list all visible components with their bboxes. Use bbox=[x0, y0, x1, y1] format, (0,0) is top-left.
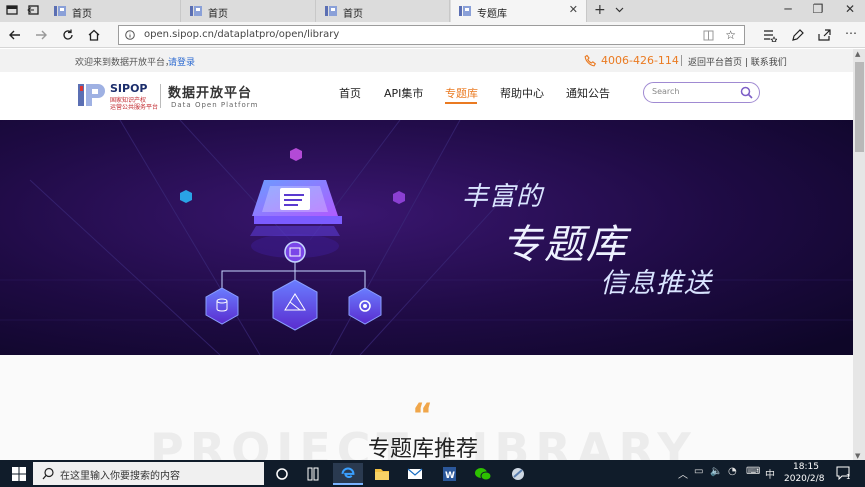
forward-icon[interactable] bbox=[34, 28, 48, 42]
quote-mark-icon: “ bbox=[412, 396, 434, 434]
tab-title: 首页 bbox=[208, 9, 228, 20]
browser-tab-bar: 首页 首页 首页 专题库 ✕ + ─ ❐ ✕ bbox=[0, 0, 865, 22]
restore-icon[interactable]: ❐ bbox=[808, 2, 828, 16]
divider bbox=[681, 55, 682, 66]
app-icon[interactable] bbox=[503, 463, 533, 485]
set-tabs-aside-icon[interactable] bbox=[27, 4, 39, 16]
sipop-logo-icon[interactable] bbox=[78, 82, 106, 108]
browser-tab-3[interactable]: 首页 bbox=[317, 0, 450, 22]
tray-overflow-icon[interactable]: ︿ bbox=[678, 466, 688, 481]
platform-title: 数据开放平台 bbox=[168, 86, 253, 101]
logo-sub-2: 运营公共服务平台 bbox=[110, 104, 159, 111]
phone-icon bbox=[584, 54, 597, 67]
tab-title: 首页 bbox=[343, 9, 363, 20]
platform-title-en: Data Open Platform bbox=[171, 101, 259, 109]
sipop-favicon-icon bbox=[54, 6, 66, 16]
search-icon[interactable] bbox=[740, 86, 753, 99]
browser-tab-1[interactable]: 首页 bbox=[46, 0, 181, 22]
favorite-star-icon[interactable]: ☆ bbox=[725, 28, 736, 42]
taskbar-search-placeholder[interactable]: 在这里输入你要搜索的内容 bbox=[60, 467, 180, 482]
refresh-icon[interactable] bbox=[61, 28, 75, 42]
notification-count: 1 bbox=[846, 473, 851, 481]
url-bar[interactable]: open.sipop.cn/dataplatpro/open/library ☆ bbox=[118, 25, 745, 45]
pen-icon[interactable] bbox=[790, 28, 804, 42]
browser-tab-4-active[interactable]: 专题库 ✕ bbox=[451, 0, 587, 22]
edge-browser-icon[interactable] bbox=[333, 463, 363, 485]
file-explorer-icon[interactable] bbox=[367, 463, 397, 485]
welcome-text: 欢迎来到数据开放平台， bbox=[75, 58, 175, 68]
url-text[interactable]: open.sipop.cn/dataplatpro/open/library bbox=[144, 29, 339, 40]
sipop-favicon-icon bbox=[459, 6, 471, 16]
site-info-bar: 欢迎来到数据开放平台， 请登录 4006-426-114 返回平台首页 | 联系… bbox=[0, 49, 853, 72]
info-icon[interactable] bbox=[125, 30, 135, 40]
top-links[interactable]: 返回平台首页 | 联系我们 bbox=[688, 55, 787, 68]
mail-icon[interactable] bbox=[400, 463, 430, 485]
tab-title: 首页 bbox=[72, 9, 92, 20]
share-icon[interactable] bbox=[817, 28, 831, 42]
chevron-down-icon[interactable] bbox=[615, 5, 624, 14]
active-nav-underline bbox=[445, 102, 477, 104]
hub-favorites-icon[interactable] bbox=[763, 28, 777, 42]
keyboard-icon[interactable]: ⌨ bbox=[746, 466, 760, 477]
ime-indicator[interactable]: 中 bbox=[765, 466, 775, 481]
reader-view-icon[interactable] bbox=[703, 30, 714, 41]
tab-title: 专题库 bbox=[477, 9, 507, 20]
windows-taskbar: 在这里输入你要搜索的内容 W ︿ ▭ 🔈 ◔ ⌨ 中 18:15 2020/2/… bbox=[0, 460, 865, 487]
home-icon[interactable] bbox=[87, 28, 101, 42]
taskbar-search[interactable]: 在这里输入你要搜索的内容 bbox=[33, 462, 264, 485]
section-title: 专题库推荐 bbox=[368, 437, 479, 462]
battery-icon[interactable]: ▭ bbox=[694, 466, 703, 477]
nav-topic-library[interactable]: 专题库 bbox=[445, 85, 478, 101]
back-icon[interactable] bbox=[8, 28, 22, 42]
network-icon[interactable]: ◔ bbox=[728, 466, 737, 477]
scroll-down-arrow-icon[interactable]: ▼ bbox=[855, 452, 860, 460]
task-view-cortana-icon[interactable] bbox=[267, 463, 297, 485]
nav-api-market[interactable]: API集市 bbox=[384, 85, 423, 101]
hotline-number: 4006-426-114 bbox=[601, 54, 679, 67]
browser-tab-2[interactable]: 首页 bbox=[182, 0, 316, 22]
sipop-favicon-icon bbox=[325, 6, 337, 16]
volume-icon[interactable]: 🔈 bbox=[710, 466, 722, 477]
tab-actions-icon[interactable] bbox=[6, 4, 18, 16]
recommend-section: PROJECT LIBRARY “ 专题库推荐 bbox=[0, 355, 853, 477]
logo-divider bbox=[160, 84, 161, 108]
scroll-up-arrow-icon[interactable]: ▲ bbox=[855, 50, 860, 58]
search-icon bbox=[42, 467, 54, 480]
nav-home[interactable]: 首页 bbox=[339, 85, 361, 101]
more-icon[interactable]: ⋯ bbox=[845, 26, 859, 40]
logo-abbr: SIPOP bbox=[110, 82, 148, 95]
hero-banner: 丰富的 专题库 信息推送 bbox=[0, 120, 853, 355]
scrollbar-thumb[interactable] bbox=[855, 62, 864, 152]
minimize-icon[interactable]: ─ bbox=[778, 2, 798, 16]
site-search-box[interactable]: Search bbox=[643, 82, 760, 103]
wechat-icon[interactable] bbox=[468, 463, 498, 485]
login-link[interactable]: 请登录 bbox=[168, 55, 195, 68]
banner-line-3: 信息推送 bbox=[600, 268, 712, 299]
close-tab-icon[interactable]: ✕ bbox=[569, 3, 578, 16]
banner-line-1: 丰富的 bbox=[462, 182, 544, 212]
word-icon[interactable]: W bbox=[434, 463, 464, 485]
banner-illustration bbox=[0, 120, 853, 355]
close-window-icon[interactable]: ✕ bbox=[840, 2, 860, 16]
clock-date[interactable]: 2020/2/8 bbox=[784, 474, 824, 484]
svg-text:W: W bbox=[445, 471, 455, 481]
sipop-favicon-icon bbox=[190, 6, 202, 16]
windows-start-icon[interactable] bbox=[12, 467, 26, 481]
nav-notices[interactable]: 通知公告 bbox=[566, 85, 610, 101]
address-toolbar: open.sipop.cn/dataplatpro/open/library ☆… bbox=[0, 22, 865, 48]
site-header: SIPOP 国家知识产权 运营公共服务平台 数据开放平台 Data Open P… bbox=[0, 72, 853, 120]
task-view-icon[interactable] bbox=[298, 463, 328, 485]
clock-time[interactable]: 18:15 bbox=[793, 462, 819, 472]
nav-help-center[interactable]: 帮助中心 bbox=[500, 85, 544, 101]
new-tab-icon[interactable]: + bbox=[594, 2, 606, 18]
search-placeholder[interactable]: Search bbox=[652, 87, 679, 96]
